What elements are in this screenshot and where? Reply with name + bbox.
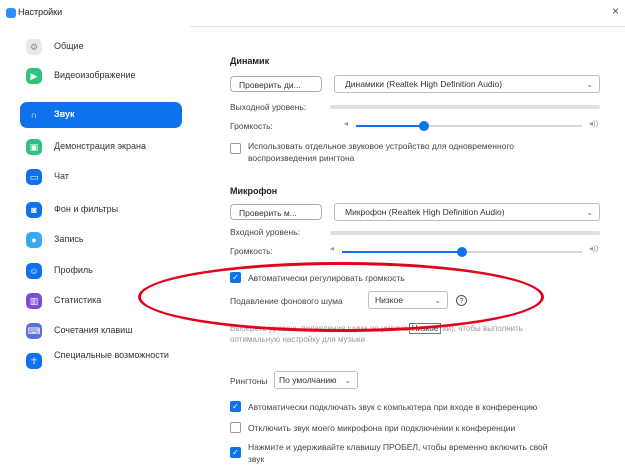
title-bar: Настройки × [0,0,625,27]
speaker-device-select[interactable]: Динамики (Realtek High Definition Audio)… [334,75,600,93]
accessibility-icon: ☥ [26,353,42,369]
sidebar-item-keyboard-shortcuts[interactable]: ⌨ Сочетания клавиш [20,318,182,344]
sidebar-item-label: Звук [54,109,75,119]
volume-high-icon: ◂)) [589,244,599,253]
mute-mic-on-join-label: Отключить звук моего микрофона при подкл… [248,423,516,433]
video-icon: ▶ [26,68,42,84]
sidebar-item-chat[interactable]: ▭ Чат [20,164,182,190]
noise-hint-part-1: Выберете уровень подавления шума по умол… [230,324,408,333]
gear-icon: ⚙ [26,39,42,55]
auto-adjust-volume-checkbox[interactable]: ✓ [230,272,241,283]
auto-join-audio-checkbox[interactable]: ✓ [230,401,241,412]
speaker-volume-label: Громкость: [230,121,273,131]
background-icon: ◙ [26,202,42,218]
separate-device-label: Использовать отдельное звуковое устройст… [248,141,515,151]
ringtone-label: Рингтоны [230,376,268,386]
app-icon [6,8,16,18]
input-level-meter [330,231,600,235]
sidebar-item-accessibility[interactable]: ☥ Специальные возможности [20,348,182,374]
chevron-down-icon: ⌄ [586,80,593,89]
chevron-down-icon: ⌄ [344,376,351,385]
microphone-volume-label: Громкость: [230,246,273,256]
volume-low-icon: ◂ [344,119,349,128]
sidebar-item-label: Сочетания клавиш [54,325,133,335]
microphone-heading: Микрофон [230,186,278,196]
help-icon[interactable]: ? [456,295,467,306]
close-icon[interactable]: × [612,4,619,18]
separate-device-checkbox[interactable] [230,143,241,154]
chevron-down-icon: ⌄ [586,208,593,217]
auto-adjust-volume-label: Автоматически регулировать громкость [248,273,405,283]
volume-high-icon: ◂)) [589,119,599,128]
noise-hint-text: Выберете уровень подавления шума по умол… [230,323,523,334]
sidebar-item-general[interactable]: ⚙ Общие [20,34,182,60]
chat-icon: ▭ [26,169,42,185]
push-to-talk-label: Нажмите и удерживайте клавишу ПРОБЕЛ, чт… [248,442,548,452]
sidebar-item-label: Демонстрация экрана [54,141,146,151]
sidebar-item-recording[interactable]: ● Запись [20,227,182,253]
speaker-volume-fill [356,125,424,127]
headphones-icon: ∩ [30,110,38,120]
microphone-device-value: Микрофон (Realtek High Definition Audio) [345,207,505,217]
noise-suppression-label: Подавление фонового шума [230,296,343,306]
sidebar-item-label: Статистика [54,295,102,305]
ringtone-select[interactable]: По умолчанию ⌄ [274,371,358,389]
sidebar-item-label: Запись [54,234,84,244]
push-to-talk-label-2: звук [248,454,265,464]
speaker-volume-thumb[interactable] [418,121,429,131]
noise-suppression-value: Низкое [375,295,404,305]
sidebar: ⚙ Общие ▶ Видеоизображение ∩ Звук ▣ Демо… [0,26,190,474]
noise-hint-text-2: оптимальную настройку для музыки [230,335,365,344]
sidebar-item-label: Видеоизображение [54,70,136,80]
sidebar-item-profile[interactable]: ☺ Профиль [20,258,182,284]
auto-join-audio-label: Автоматически подключать звук с компьюте… [248,402,538,412]
output-level-label: Выходной уровень: [230,102,307,112]
noise-hint-part-1b: ий), чтобы выполнить [442,324,523,333]
audio-settings-panel: Динамик Проверить ди... Динамики (Realte… [190,26,625,474]
sidebar-item-label: Профиль [54,265,93,275]
sidebar-item-label: Фон и фильтры [54,204,119,214]
separate-device-label-2: воспроизведения рингтона [248,153,355,163]
noise-tooltip: Низкое [408,323,442,334]
volume-low-icon: ◂ [330,244,335,253]
sidebar-item-label: Специальные возможности [54,350,169,360]
noise-suppression-select[interactable]: Низкое ⌄ [368,291,448,309]
chevron-down-icon: ⌄ [434,296,441,305]
speaker-device-value: Динамики (Realtek High Definition Audio) [345,79,503,89]
sidebar-item-screen-share[interactable]: ▣ Демонстрация экрана [20,134,182,160]
window-title: Настройки [18,7,63,17]
test-microphone-button[interactable]: Проверить м... [230,204,322,220]
microphone-device-select[interactable]: Микрофон (Realtek High Definition Audio)… [334,203,600,221]
speaker-heading: Динамик [230,56,270,66]
speaker-volume-slider[interactable] [356,121,582,131]
input-level-label: Входной уровень: [230,227,301,237]
screen-share-icon: ▣ [26,139,42,155]
profile-icon: ☺ [26,263,42,279]
keyboard-icon: ⌨ [26,323,42,339]
microphone-volume-fill [342,251,462,253]
record-icon: ● [26,232,42,248]
output-level-meter [330,105,600,109]
statistics-icon: ▥ [26,293,42,309]
sidebar-item-label: Чат [54,171,69,181]
sidebar-item-audio[interactable]: ∩ Звук [20,102,182,128]
sidebar-item-background[interactable]: ◙ Фон и фильтры [20,197,182,223]
test-speaker-button[interactable]: Проверить ди... [230,76,322,92]
microphone-volume-slider[interactable] [342,247,582,257]
microphone-volume-thumb[interactable] [457,247,467,257]
ringtone-value: По умолчанию [279,375,337,385]
push-to-talk-checkbox[interactable]: ✓ [230,447,241,458]
mute-mic-on-join-checkbox[interactable] [230,422,241,433]
sidebar-item-video[interactable]: ▶ Видеоизображение [20,63,182,89]
sidebar-item-statistics[interactable]: ▥ Статистика [20,288,182,314]
sidebar-item-label: Общие [54,41,84,51]
